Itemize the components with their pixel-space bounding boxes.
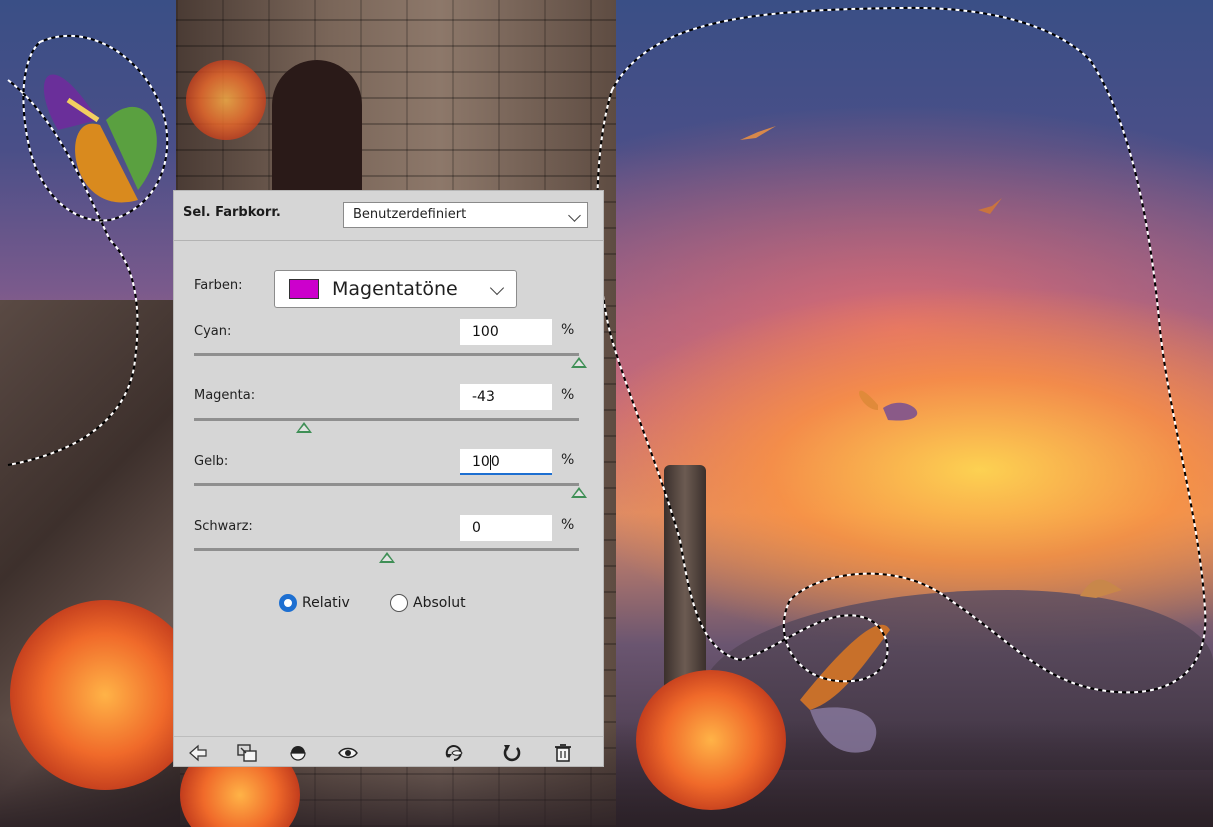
flower-left — [10, 600, 200, 790]
colors-dropdown[interactable]: Magentatöne — [274, 270, 517, 308]
cyan-slider-track[interactable] — [194, 353, 579, 356]
visibility-previous-icon[interactable] — [287, 743, 309, 763]
preset-value: Benutzerdefiniert — [353, 207, 467, 222]
yellow-label: Gelb: — [194, 454, 229, 469]
selective-color-panel: Sel. Farbkorr. Benutzerdefiniert Farben:… — [173, 190, 604, 767]
yellow-value-suffix: 0 — [490, 454, 500, 470]
cyan-label: Cyan: — [194, 324, 232, 339]
radio-absolute[interactable]: Absolut — [390, 594, 466, 612]
black-unit: % — [561, 517, 575, 533]
butterfly-small-1 — [740, 126, 776, 140]
radio-absolute-label: Absolut — [413, 595, 466, 611]
butterfly-small-3 — [1080, 579, 1122, 598]
yellow-value-prefix: 10 — [472, 454, 490, 470]
wooden-post — [664, 465, 706, 695]
flower-right — [636, 670, 786, 810]
cyan-unit: % — [561, 322, 575, 338]
yellow-unit: % — [561, 452, 575, 468]
panel-bottom-toolbar — [174, 736, 603, 769]
magenta-slider-track[interactable] — [194, 418, 579, 421]
panel-title: Sel. Farbkorr. — [183, 205, 281, 220]
clip-to-layer-icon[interactable] — [236, 743, 258, 763]
radio-relative-circle[interactable] — [279, 594, 297, 612]
trash-icon[interactable] — [552, 743, 574, 763]
black-slider-track[interactable] — [194, 548, 579, 551]
undo-reset-icon[interactable] — [501, 743, 523, 763]
yellow-input[interactable]: 100 — [460, 449, 552, 475]
magenta-label: Magenta: — [194, 388, 256, 403]
butterfly-left — [43, 74, 157, 203]
cyan-input[interactable]: 100 — [460, 319, 552, 345]
butterfly-small-2 — [978, 198, 1002, 214]
reset-view-icon[interactable] — [444, 743, 466, 763]
cyan-slider-thumb[interactable] — [571, 357, 587, 368]
magenta-unit: % — [561, 387, 575, 403]
radio-relative[interactable]: Relativ — [279, 594, 350, 612]
magenta-input[interactable]: -43 — [460, 384, 552, 410]
color-swatch — [289, 279, 319, 299]
radio-absolute-circle[interactable] — [390, 594, 408, 612]
preset-dropdown[interactable]: Benutzerdefiniert — [343, 202, 588, 228]
yellow-slider-track[interactable] — [194, 483, 579, 486]
black-input[interactable]: 0 — [460, 515, 552, 541]
radio-relative-label: Relativ — [302, 595, 350, 611]
magenta-slider-thumb[interactable] — [295, 422, 312, 433]
divider — [174, 240, 603, 241]
chevron-down-icon — [489, 280, 505, 296]
back-arrow-icon[interactable] — [187, 743, 209, 763]
tower-door — [272, 60, 362, 210]
yellow-slider-thumb[interactable] — [571, 487, 587, 498]
black-label: Schwarz: — [194, 519, 253, 534]
flower-tower — [186, 60, 266, 140]
colors-value: Magentatöne — [332, 278, 458, 300]
eye-icon[interactable] — [337, 743, 359, 763]
black-slider-thumb[interactable] — [378, 552, 395, 563]
chevron-down-icon — [568, 209, 581, 222]
butterfly-center — [859, 390, 918, 421]
colors-label: Farben: — [194, 278, 243, 293]
butterfly-bottom-right — [800, 624, 890, 753]
